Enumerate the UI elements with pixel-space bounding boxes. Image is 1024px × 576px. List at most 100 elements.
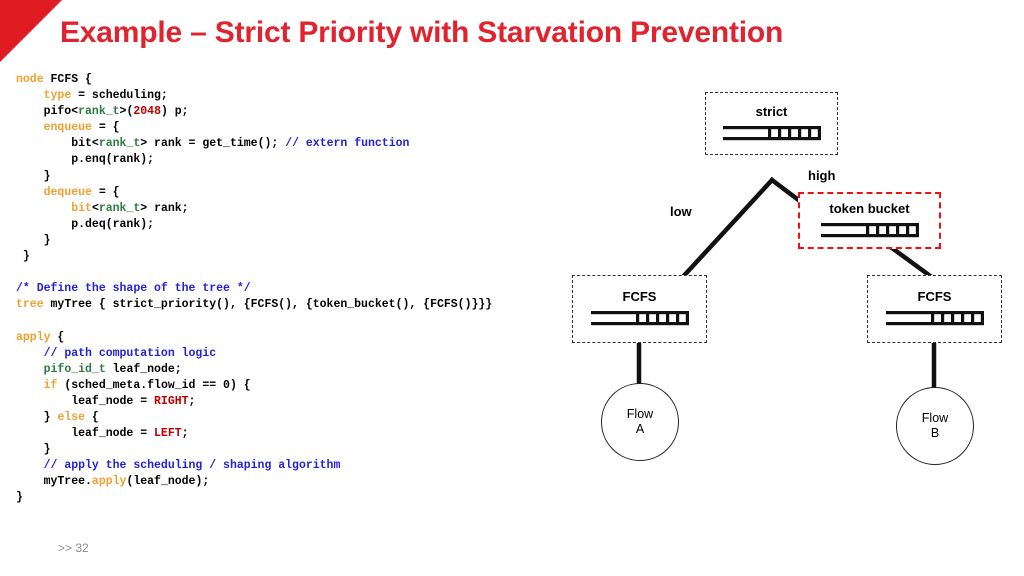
code-line: dequeue = {: [16, 185, 576, 201]
code-token: // apply the scheduling / shaping algori…: [43, 459, 341, 473]
code-line: pifo_id_t leaf_node;: [16, 362, 576, 378]
code-token: pifo<: [16, 105, 79, 119]
code-token: {: [85, 410, 99, 424]
code-line: bit<rank_t> rank = get_time(); // extern…: [16, 136, 576, 152]
leaf-flow-a-line2: A: [635, 422, 645, 436]
code-line: enqueue = {: [16, 120, 576, 136]
code-token: > rank;: [140, 201, 189, 215]
code-token: leaf_node =: [16, 427, 155, 441]
code-token: node: [16, 73, 44, 86]
code-line: tree myTree { strict_priority(), {FCFS()…: [16, 297, 576, 313]
code-line: myTree.apply(leaf_node);: [16, 474, 576, 490]
code-token: p.deq(rank);: [16, 217, 155, 231]
code-token: ;: [181, 427, 189, 441]
code-token: = scheduling;: [71, 89, 168, 103]
code-token: if: [43, 378, 58, 392]
code-token: p.enq(rank);: [16, 153, 155, 167]
tree-node-fcfs-left[interactable]: FCFS: [572, 275, 707, 343]
code-token: apply: [91, 475, 127, 489]
leaf-flow-b-line1: Flow: [921, 411, 949, 425]
code-token: // extern function: [285, 137, 410, 151]
code-token: RIGHT: [154, 394, 189, 408]
code-token: /* Define the shape of the tree */: [16, 282, 251, 296]
code-token: enqueue: [43, 121, 92, 135]
code-token: myTree { strict_priority(), {FCFS(), {to…: [43, 298, 493, 312]
code-line: } else {: [16, 410, 576, 426]
code-line: }: [16, 490, 576, 506]
code-line: }: [16, 233, 576, 249]
code-token: <: [91, 201, 99, 215]
node-label-fcfs-right: FCFS: [917, 289, 952, 304]
code-line: bit<rank_t> rank;: [16, 201, 576, 217]
code-line: node FCFS {: [16, 72, 576, 88]
code-line: // path computation logic: [16, 346, 576, 362]
queue-icon: [590, 311, 689, 326]
page-title: Example – Strict Priority with Starvatio…: [60, 16, 784, 49]
edge-token-bucket-to-fcfs-right: [888, 244, 937, 282]
leaf-flow-b[interactable]: Flow B: [896, 387, 974, 465]
code-token: }: [16, 443, 51, 457]
code-token: >(: [119, 105, 134, 119]
code-token: = {: [91, 185, 120, 199]
code-token: }: [16, 410, 58, 424]
code-token: type: [43, 89, 72, 103]
code-token: ;: [188, 394, 196, 408]
code-token: rank_t: [98, 137, 141, 151]
tree-node-strict[interactable]: strict: [705, 92, 838, 155]
code-line: /* Define the shape of the tree */: [16, 281, 576, 297]
tree-node-token-bucket[interactable]: token bucket: [798, 192, 941, 249]
leaf-flow-a[interactable]: Flow A: [601, 383, 679, 461]
queue-icon: [722, 125, 821, 140]
code-token: leaf_node =: [16, 394, 155, 408]
code-token: FCFS {: [43, 73, 92, 86]
tree-node-fcfs-right[interactable]: FCFS: [867, 275, 1002, 343]
code-token: leaf_node;: [105, 362, 182, 376]
code-token: (sched_meta.flow_id == 0) {: [57, 378, 251, 392]
code-token: else: [57, 410, 86, 424]
code-token: > rank = get_time();: [140, 137, 286, 151]
leaf-flow-b-line2: B: [930, 426, 940, 440]
code-line: if (sched_meta.flow_id == 0) {: [16, 378, 576, 394]
queue-icon: [820, 222, 919, 237]
code-token: {: [50, 330, 65, 344]
code-line: }: [16, 249, 576, 265]
code-line: leaf_node = RIGHT;: [16, 394, 576, 410]
code-token: // path computation logic: [43, 346, 217, 360]
code-line: type = scheduling;: [16, 88, 576, 104]
code-line: // apply the scheduling / shaping algori…: [16, 458, 576, 474]
code-token: LEFT: [154, 427, 182, 441]
edge-label-high: high: [808, 168, 836, 183]
code-token: }: [16, 233, 51, 247]
code-listing: node FCFS { type = scheduling; pifo<rank…: [16, 72, 576, 507]
corner-accent-triangle: [0, 0, 62, 62]
code-token: bit<: [16, 137, 99, 151]
code-line: p.deq(rank);: [16, 217, 576, 233]
scheduling-tree-diagram: strict token bucket FCFS FCFS low high F…: [540, 80, 1020, 480]
code-token: rank_t: [78, 105, 120, 119]
code-token: = {: [91, 121, 120, 135]
code-token: tree: [16, 298, 44, 312]
leaf-flow-b-text: Flow B: [922, 411, 948, 441]
node-label-token-bucket: token bucket: [829, 200, 910, 216]
edge-strict-to-fcfs-left: [676, 176, 776, 284]
code-line: }: [16, 442, 576, 458]
code-token: apply: [16, 330, 51, 344]
code-token: 2048: [133, 105, 161, 119]
code-token: }: [16, 491, 23, 505]
code-token: ) p;: [160, 105, 189, 119]
code-token: pifo_id_t: [43, 362, 106, 376]
node-label-fcfs-left: FCFS: [622, 289, 657, 304]
code-token: }: [16, 250, 30, 264]
code-line: pifo<rank_t>(2048) p;: [16, 104, 576, 120]
code-token: bit: [71, 201, 92, 215]
